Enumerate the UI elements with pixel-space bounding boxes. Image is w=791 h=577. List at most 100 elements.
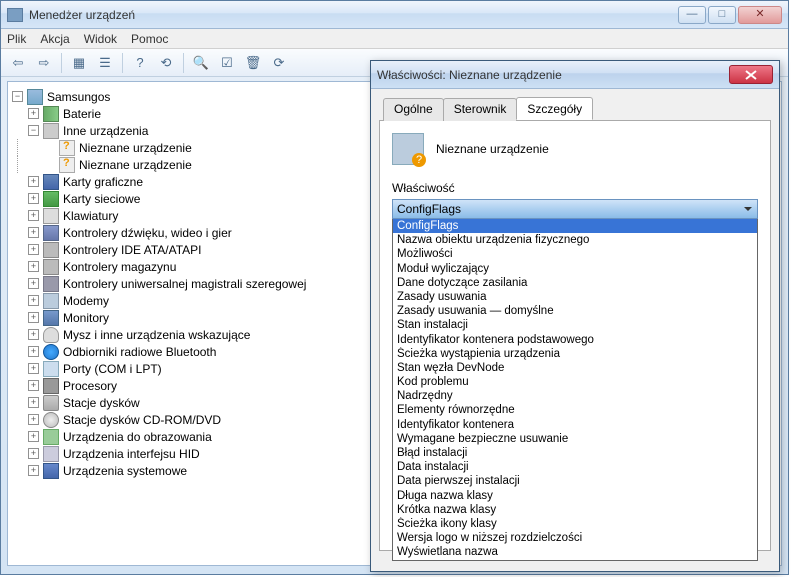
menu-view[interactable]: Widok — [84, 32, 117, 46]
view-button[interactable]: ☰ — [94, 52, 116, 74]
dropdown-option[interactable]: Ścieżka wystąpienia urządzenia — [393, 347, 757, 361]
tree-node-label: Karty sieciowe — [63, 192, 140, 206]
tab-sterownik[interactable]: Sterownik — [443, 98, 518, 121]
back-button[interactable]: ⇦ — [7, 52, 29, 74]
expand-toggle[interactable]: + — [28, 244, 39, 255]
menu-action[interactable]: Akcja — [40, 32, 69, 46]
minimize-button[interactable]: — — [678, 6, 706, 24]
dropdown-option[interactable]: Zasady usuwania — [393, 290, 757, 304]
expand-toggle[interactable]: + — [28, 295, 39, 306]
dropdown-option[interactable]: Wersja logo w niższej rozdzielczości — [393, 531, 757, 545]
expand-toggle[interactable]: + — [28, 397, 39, 408]
tree-node-label: Kontrolery IDE ATA/ATAPI — [63, 243, 202, 257]
cd-icon — [43, 412, 59, 428]
refresh-button[interactable]: ⟲ — [155, 52, 177, 74]
dropdown-option[interactable]: Wyświetlana nazwa — [393, 545, 757, 559]
tree-node-label: Inne urządzenia — [63, 124, 148, 138]
main-titlebar[interactable]: Menedżer urządzeń — □ ✕ — [1, 1, 788, 29]
expand-toggle[interactable]: + — [28, 414, 39, 425]
tree-node-label: Porty (COM i LPT) — [63, 362, 162, 376]
property-dropdown-list[interactable]: ConfigFlagsNazwa obiektu urządzenia fizy… — [392, 219, 758, 561]
expand-toggle[interactable]: + — [28, 380, 39, 391]
img-icon — [43, 429, 59, 445]
dropdown-option[interactable]: Możliwości — [393, 247, 757, 261]
expand-toggle[interactable]: + — [28, 312, 39, 323]
properties-button[interactable]: ☑ — [216, 52, 238, 74]
expand-toggle[interactable]: + — [28, 193, 39, 204]
tab-szczegóły[interactable]: Szczegóły — [516, 97, 593, 120]
dropdown-option[interactable]: Błąd instalacji — [393, 446, 757, 460]
separator — [183, 53, 184, 73]
dropdown-option[interactable]: Moduł wyliczający — [393, 262, 757, 276]
sys-icon — [43, 463, 59, 479]
expand-toggle[interactable]: + — [28, 176, 39, 187]
device-icon — [392, 133, 424, 165]
expand-toggle[interactable]: + — [28, 363, 39, 374]
expand-toggle[interactable]: + — [28, 227, 39, 238]
menubar: Plik Akcja Widok Pomoc — [1, 29, 788, 49]
device-name: Nieznane urządzenie — [436, 142, 549, 156]
menu-help[interactable]: Pomoc — [131, 32, 168, 46]
dropdown-option[interactable]: Wymagane bezpieczne usuwanie — [393, 432, 757, 446]
tree-node-label: Klawiatury — [63, 209, 118, 223]
expand-toggle[interactable]: + — [28, 261, 39, 272]
tree-node-label: Baterie — [63, 107, 101, 121]
tree-node-label: Urządzenia do obrazowania — [63, 430, 212, 444]
dialog-titlebar[interactable]: Właściwości: Nieznane urządzenie — [371, 61, 779, 89]
dropdown-option[interactable]: Data instalacji — [393, 460, 757, 474]
expand-toggle[interactable]: + — [28, 210, 39, 221]
expand-toggle[interactable]: − — [12, 91, 23, 102]
combo-value: ConfigFlags — [397, 202, 461, 216]
expand-toggle[interactable]: + — [28, 346, 39, 357]
tab-ogólne[interactable]: Ogólne — [383, 98, 444, 121]
battery-icon — [43, 106, 59, 122]
expand-toggle[interactable]: − — [28, 125, 39, 136]
computer-icon — [27, 89, 43, 105]
forward-button[interactable]: ⇨ — [33, 52, 55, 74]
storage-icon — [43, 259, 59, 275]
dropdown-option[interactable]: Kod problemu — [393, 375, 757, 389]
uninstall-button[interactable]: 🗑 — [242, 52, 264, 74]
dropdown-option[interactable]: Identyfikator kontenera podstawowego — [393, 333, 757, 347]
dropdown-option[interactable]: ConfigFlags — [393, 219, 757, 233]
maximize-button[interactable]: □ — [708, 6, 736, 24]
scan-button[interactable]: 🔍 — [190, 52, 212, 74]
dropdown-option[interactable]: Zasady usuwania — domyślne — [393, 304, 757, 318]
ide-icon — [43, 242, 59, 258]
help-button[interactable]: ? — [129, 52, 151, 74]
dialog-close-button[interactable] — [729, 65, 773, 84]
menu-file[interactable]: Plik — [7, 32, 26, 46]
expand-toggle[interactable]: + — [28, 278, 39, 289]
property-combobox[interactable]: ConfigFlags — [392, 199, 758, 219]
sound-icon — [43, 225, 59, 241]
dropdown-option[interactable]: Krótka nazwa klasy — [393, 503, 757, 517]
dropdown-option[interactable]: Stan węzła DevNode — [393, 361, 757, 375]
dropdown-option[interactable]: Nadrzędny — [393, 389, 757, 403]
tree-node-label: Nieznane urządzenie — [79, 141, 192, 155]
tree-node-label: Urządzenia systemowe — [63, 464, 187, 478]
dropdown-option[interactable]: Długa nazwa klasy — [393, 489, 757, 503]
dropdown-option[interactable]: Dane dotyczące zasilania — [393, 276, 757, 290]
close-button[interactable]: ✕ — [738, 6, 782, 24]
port-icon — [43, 361, 59, 377]
properties-dialog: Właściwości: Nieznane urządzenie OgólneS… — [370, 60, 780, 572]
dropdown-option[interactable]: Ścieżka ikony klasy — [393, 517, 757, 531]
window-title: Menedżer urządzeń — [29, 8, 678, 22]
dropdown-option[interactable]: Stan instalacji — [393, 318, 757, 332]
expand-toggle[interactable]: + — [28, 108, 39, 119]
dropdown-option[interactable]: Data pierwszej instalacji — [393, 474, 757, 488]
tree-node-label: Kontrolery uniwersalnej magistrali szere… — [63, 277, 306, 291]
dropdown-option[interactable]: Elementy równorzędne — [393, 403, 757, 417]
expand-toggle[interactable]: + — [28, 329, 39, 340]
show-hidden-button[interactable]: ▦ — [68, 52, 90, 74]
update-driver-button[interactable]: ⟳ — [268, 52, 290, 74]
unknown-icon — [59, 157, 75, 173]
display-icon — [43, 174, 59, 190]
dropdown-option[interactable]: Identyfikator kontenera — [393, 418, 757, 432]
expand-toggle[interactable]: + — [28, 431, 39, 442]
expand-toggle[interactable]: + — [28, 465, 39, 476]
expand-toggle[interactable]: + — [28, 448, 39, 459]
dropdown-option[interactable]: Nazwa obiektu urządzenia fizycznego — [393, 233, 757, 247]
modem-icon — [43, 293, 59, 309]
details-tab-panel: Nieznane urządzenie Właściwość ConfigFla… — [379, 121, 771, 551]
